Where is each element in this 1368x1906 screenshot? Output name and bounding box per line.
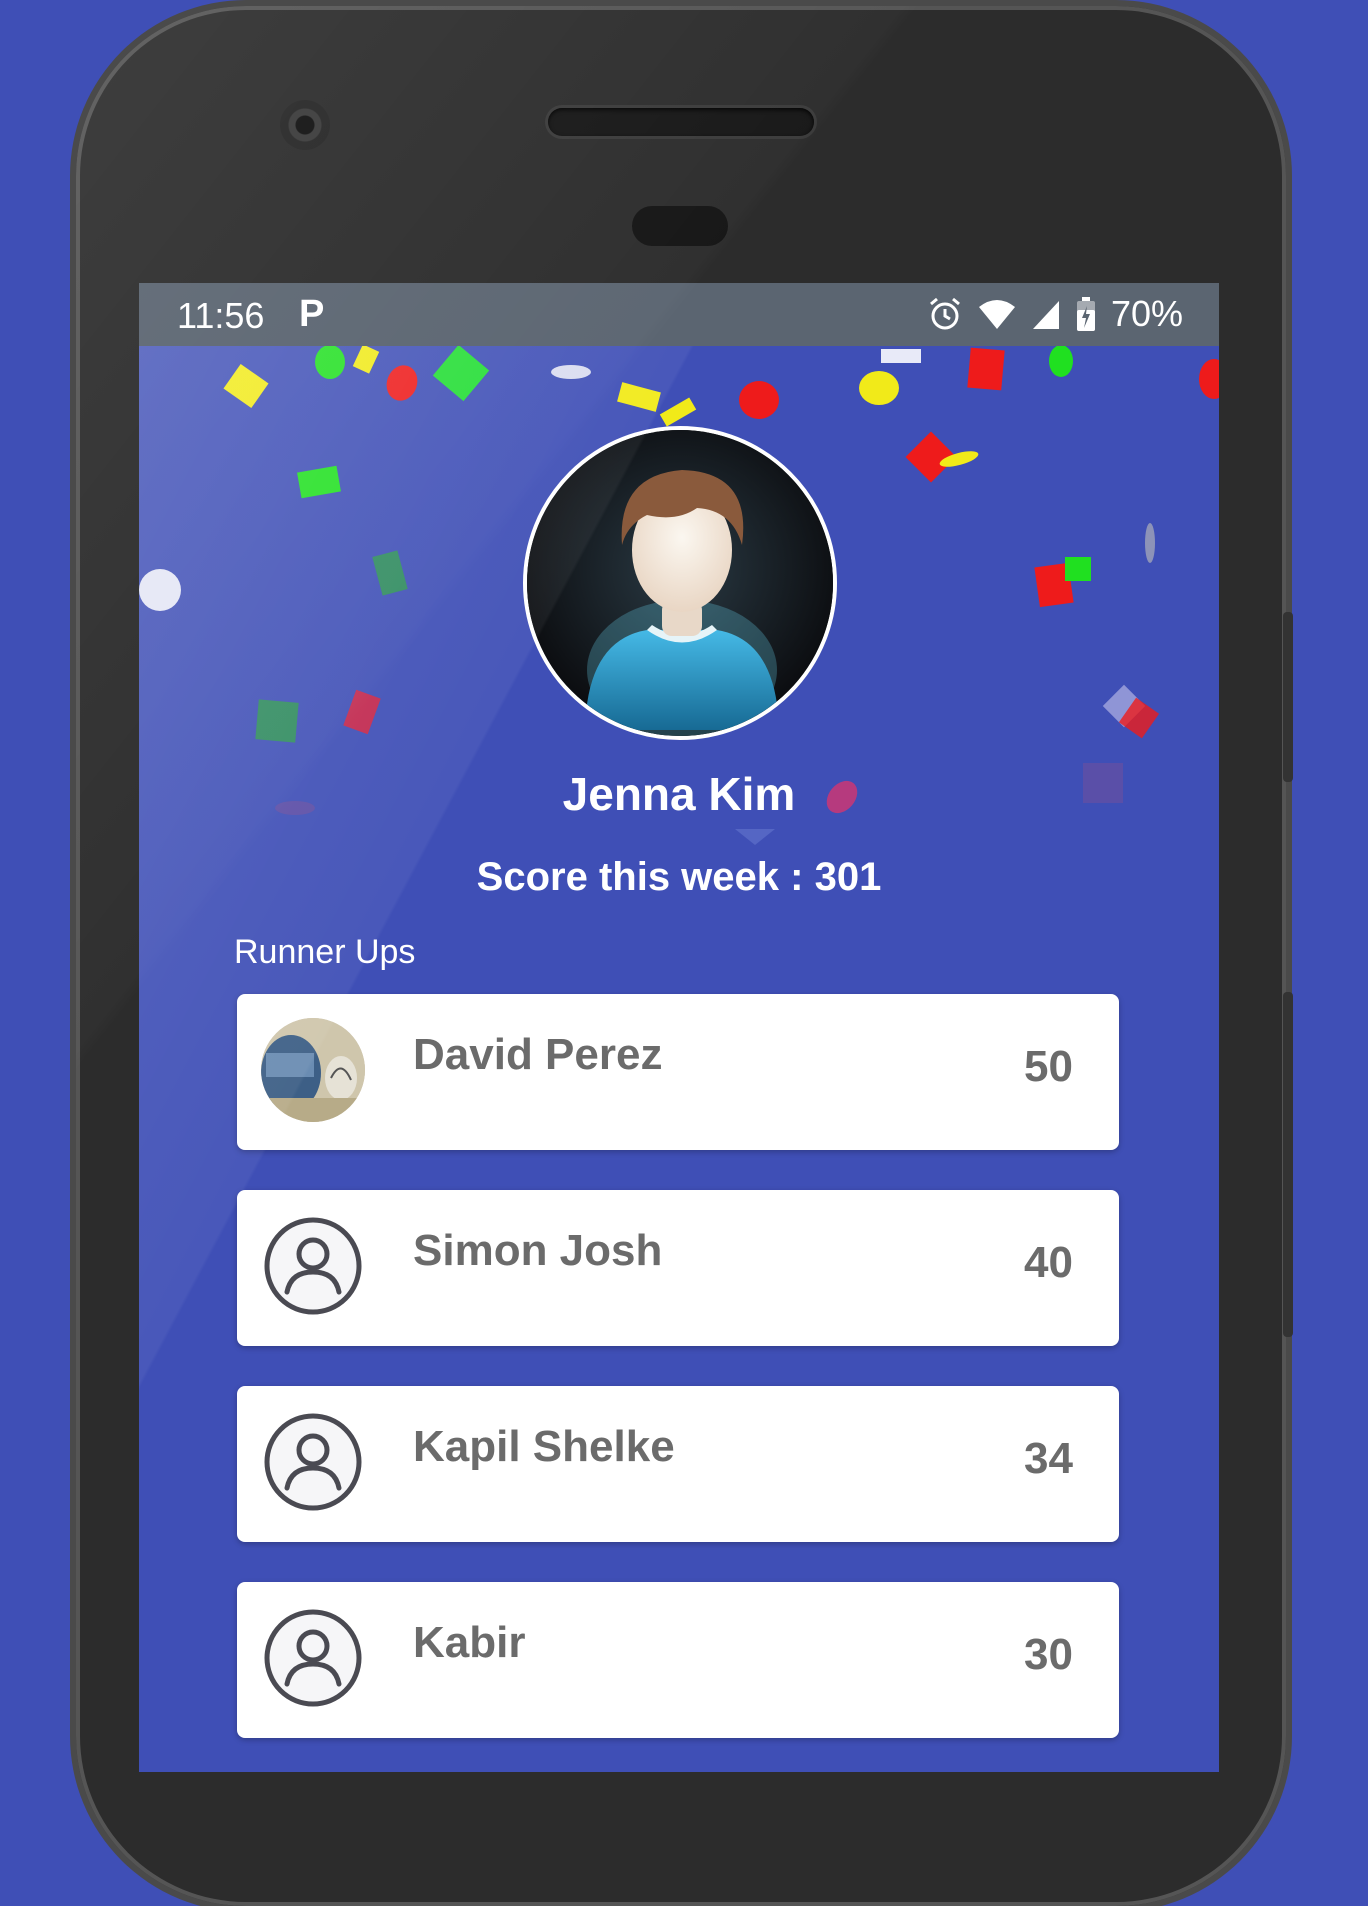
earpiece-speaker bbox=[548, 108, 814, 136]
confetti-piece bbox=[551, 365, 591, 379]
confetti-piece bbox=[659, 397, 697, 427]
confetti-piece bbox=[223, 363, 269, 409]
runner-up-card[interactable]: Simon Josh 40 bbox=[237, 1190, 1119, 1346]
wifi-icon bbox=[978, 300, 1015, 329]
phone-side-button bbox=[1283, 612, 1293, 782]
notification-icon: P bbox=[299, 293, 325, 335]
battery-icon bbox=[1076, 297, 1095, 331]
alarm-icon bbox=[929, 297, 960, 330]
runner-up-card[interactable]: Kabir 30 bbox=[237, 1582, 1119, 1738]
signal-icon bbox=[1032, 301, 1059, 329]
status-icons: 70% bbox=[927, 293, 1183, 335]
runner-up-name: Kapil Shelke bbox=[413, 1422, 675, 1471]
runner-up-score: 50 bbox=[1024, 1042, 1073, 1091]
runner-up-card[interactable]: Kapil Shelke 34 bbox=[237, 1386, 1119, 1542]
confetti-piece bbox=[1199, 359, 1219, 399]
confetti-piece bbox=[381, 360, 423, 406]
winner-weekly-score: Score this week : 301 bbox=[476, 855, 882, 899]
person-placeholder-icon bbox=[261, 1214, 365, 1318]
confetti-piece bbox=[1049, 345, 1073, 377]
confetti-piece bbox=[297, 465, 341, 499]
photo-thumbnail-icon bbox=[261, 1018, 365, 1122]
status-time: 11:56 bbox=[177, 295, 265, 336]
runner-ups-heading: Runner Ups bbox=[234, 933, 416, 971]
battery-level: 70% bbox=[1110, 293, 1183, 334]
winner-avatar[interactable] bbox=[523, 426, 837, 740]
confetti-piece bbox=[735, 829, 775, 845]
phone-side-button bbox=[1283, 992, 1293, 1337]
confetti-piece bbox=[1065, 557, 1091, 581]
status-bar: 11:56 P 70% bbox=[139, 283, 1219, 346]
runner-up-name: Kabir bbox=[413, 1618, 526, 1667]
confetti-piece bbox=[1145, 523, 1155, 563]
confetti-piece bbox=[315, 345, 345, 379]
confetti-piece bbox=[255, 699, 299, 743]
confetti-piece bbox=[343, 689, 381, 735]
person-placeholder-icon bbox=[261, 1606, 365, 1710]
confetti-piece bbox=[859, 371, 899, 405]
runner-up-name: Simon Josh bbox=[413, 1226, 663, 1275]
confetti-piece bbox=[967, 347, 1005, 391]
default-user-photo bbox=[527, 430, 833, 736]
runner-up-score: 34 bbox=[1024, 1434, 1073, 1483]
front-camera bbox=[280, 100, 330, 150]
app-screen: Jenna Kim Score this week : 301 Runner U… bbox=[139, 283, 1219, 1772]
confetti-piece bbox=[352, 344, 380, 374]
confetti-piece bbox=[881, 349, 921, 363]
confetti-piece bbox=[617, 382, 661, 412]
runner-up-name: David Perez bbox=[413, 1030, 663, 1079]
runner-up-score: 40 bbox=[1024, 1238, 1073, 1287]
runner-up-card[interactable]: David Perez 50 bbox=[237, 994, 1119, 1150]
confetti-piece bbox=[139, 569, 181, 611]
confetti-piece bbox=[432, 344, 490, 402]
runner-up-avatar bbox=[261, 1018, 365, 1122]
confetti-piece bbox=[372, 550, 408, 596]
winner-name: Jenna Kim bbox=[562, 768, 796, 820]
proximity-sensor bbox=[632, 206, 728, 246]
person-placeholder-icon bbox=[261, 1410, 365, 1514]
runner-up-score: 30 bbox=[1024, 1630, 1073, 1679]
confetti-piece bbox=[739, 381, 779, 419]
